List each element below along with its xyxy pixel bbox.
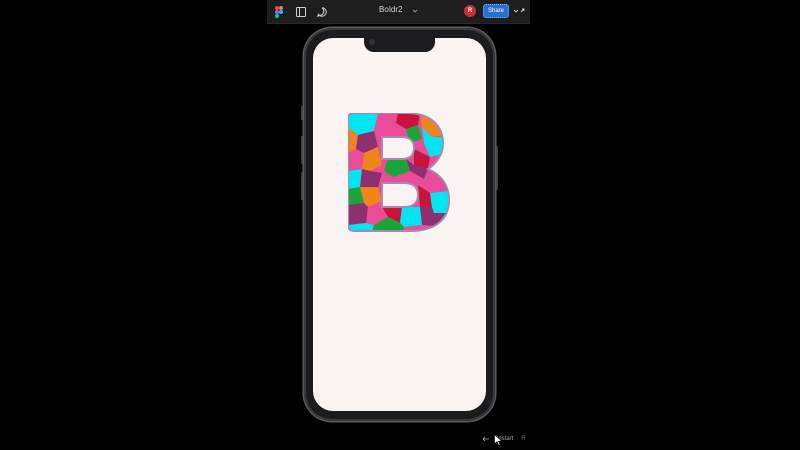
panel-icon — [296, 6, 306, 17]
chevron-down-icon[interactable] — [411, 6, 419, 16]
camera-icon — [369, 39, 375, 45]
share-button[interactable]: Share — [483, 4, 509, 18]
prototype-viewer: Boldr2 R Share Restart R — [0, 0, 800, 450]
avatar[interactable]: R — [464, 5, 476, 17]
letter-b-graphic[interactable] — [348, 113, 450, 233]
prototype-toolbar: Boldr2 R Share — [267, 0, 530, 24]
restart-button[interactable]: Restart R — [482, 433, 526, 445]
phone-notch — [364, 37, 435, 52]
mouse-cursor-icon — [494, 434, 502, 446]
panel-toggle-button[interactable] — [294, 3, 308, 20]
restart-shortcut: R — [521, 436, 526, 442]
expand-icon[interactable] — [511, 6, 527, 16]
power-button — [495, 146, 498, 190]
comment-icon — [317, 6, 327, 17]
file-title[interactable]: Boldr2 — [379, 5, 403, 14]
figma-logo-icon[interactable] — [273, 3, 285, 20]
arrow-left-icon — [482, 436, 489, 442]
comment-button[interactable] — [315, 3, 329, 20]
